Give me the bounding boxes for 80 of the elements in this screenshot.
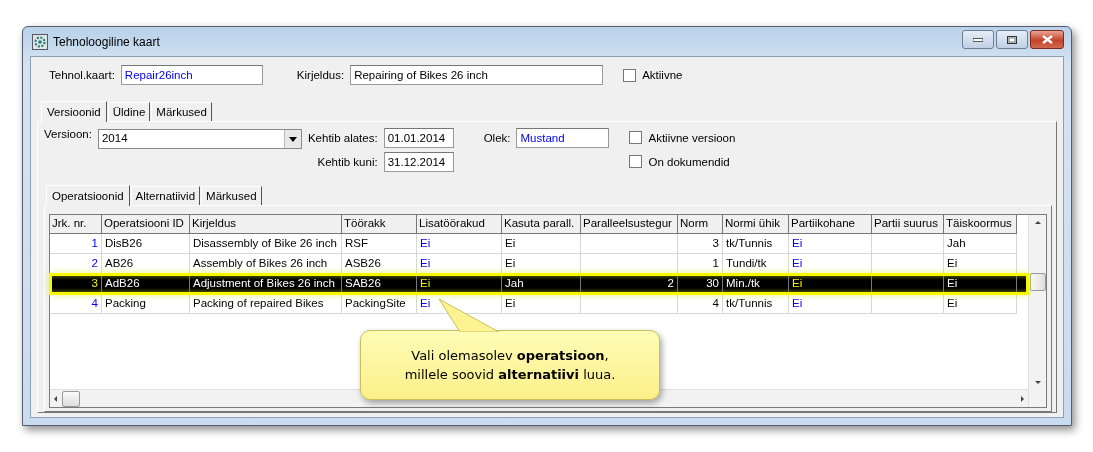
tab[interactable]: Märkused [151, 102, 212, 121]
table-cell: Jah [944, 234, 1017, 254]
tab[interactable]: Versioonid [41, 101, 107, 122]
dropdown-caret-icon [288, 136, 297, 142]
status-label: Olek: [483, 132, 511, 144]
callout-text: Vali olemasolev operatsioon, millele soovid alternatiivi luua. [403, 346, 617, 384]
column-header[interactable]: Paralleelsustegur [581, 215, 678, 234]
table-cell: Min./tk [723, 274, 789, 294]
table-cell: AdB26 [102, 274, 190, 294]
table-cell: Packing [102, 294, 190, 314]
tab[interactable]: Operatsioonid [46, 185, 130, 206]
gear-icon [32, 33, 48, 50]
scroll-thumb[interactable] [1029, 273, 1046, 291]
column-header[interactable]: Operatsiooni ID [102, 215, 190, 234]
version-label: Versioon: [44, 128, 92, 140]
table-cell: Ei [502, 294, 581, 314]
column-header[interactable]: Norm [678, 215, 723, 234]
window-title: Tehnoloogiline kaart [53, 34, 160, 49]
checkbox[interactable]: Aktiivne versioon [629, 131, 736, 144]
tab[interactable]: Alternatiivid [130, 186, 201, 205]
table-cell: Ei [789, 274, 872, 294]
scroll-thumb[interactable] [62, 390, 80, 407]
table-cell: RSF [342, 234, 417, 254]
column-header[interactable]: Partii suurus [872, 215, 944, 234]
card-label: Tehnol.kaart: [49, 69, 115, 81]
table-cell: tk/Tunnis [723, 234, 789, 254]
column-header[interactable]: Töörakk [342, 215, 417, 234]
column-header[interactable]: Lisatöörakud [417, 215, 502, 234]
table-cell: 3 [50, 274, 102, 294]
table-cell: 1 [50, 234, 102, 254]
valid-from-field[interactable]: 01.01.2014 [383, 128, 454, 148]
table-row[interactable]: 1 DisB26 Disassembly of Bike 26 inch RSF Ei Ei 3 tk/Tunnis Ei Jah [50, 234, 1028, 254]
column-header[interactable]: Täiskoormus [944, 215, 1017, 234]
table-cell [872, 294, 944, 314]
description-field[interactable]: Repairing of Bikes 26 inch [350, 65, 604, 85]
table-cell: Disassembly of Bike 26 inch [190, 234, 342, 254]
description-label: Kirjeldus: [296, 69, 345, 81]
table-cell: Ei [417, 274, 502, 294]
table-cell: 30 [678, 274, 723, 294]
table-cell: Adjustment of Bikes 26 inch [190, 274, 342, 294]
column-header[interactable]: Kirjeldus [190, 215, 342, 234]
table-cell: Ei [944, 274, 1017, 294]
maximize-icon [1007, 35, 1017, 44]
minimize-button[interactable] [962, 30, 994, 49]
table-cell: Ei [789, 234, 872, 254]
maximize-button[interactable] [996, 30, 1028, 49]
version-dropdown[interactable]: 2014 [97, 129, 302, 149]
minimize-icon [973, 37, 983, 42]
table-cell: 4 [678, 294, 723, 314]
table-cell: Ei [502, 234, 581, 254]
card-field[interactable]: Repair26inch [120, 65, 263, 85]
column-header[interactable]: Partiikohane [789, 215, 872, 234]
valid-from-label: Kehtib alates: [307, 132, 378, 144]
table-cell: Packing of repaired Bikes [190, 294, 342, 314]
column-header[interactable]: Jrk. nr. [50, 215, 102, 234]
vertical-scrollbar[interactable] [1028, 215, 1046, 407]
table-cell: SAB26 [342, 274, 417, 294]
table-cell: 4 [50, 294, 102, 314]
table-cell: 2 [581, 274, 678, 294]
table-cell: DisB26 [102, 234, 190, 254]
column-header[interactable]: Kasuta parall. [502, 215, 581, 234]
table-cell: Ei [944, 294, 1017, 314]
valid-to-field[interactable]: 31.12.2014 [383, 152, 454, 172]
table-cell: tk/Tunnis [723, 294, 789, 314]
close-icon [1041, 35, 1053, 44]
table-cell [872, 234, 944, 254]
tab[interactable]: Märkused [201, 186, 262, 205]
tab[interactable]: Üldine [107, 102, 151, 121]
selected-row[interactable]: 3 AdB26 Adjustment of Bikes 26 inch SAB26 Ei Jah 2 30 Min./tk Ei Ei [50, 274, 1028, 294]
close-button[interactable] [1030, 30, 1064, 49]
valid-to-label: Kehtib kuni: [317, 156, 378, 168]
table-cell: Ei [789, 294, 872, 314]
table-cell: PackingSite [342, 294, 417, 314]
column-header[interactable]: Normi ühik [723, 215, 789, 234]
active-checkbox[interactable]: Aktiivne [623, 68, 683, 82]
checkbox[interactable]: On dokumendid [629, 155, 736, 168]
table-cell: Ei [417, 234, 502, 254]
status-field[interactable]: Mustand [516, 128, 610, 148]
table-cell: 3 [678, 234, 723, 254]
table-cell: Jah [502, 274, 581, 294]
